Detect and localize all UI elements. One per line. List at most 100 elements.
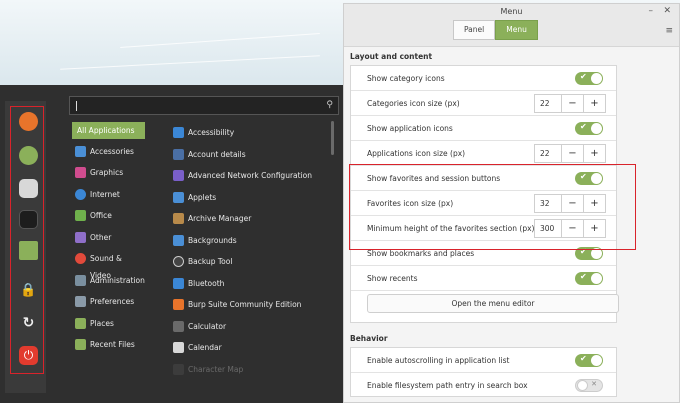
accessories-icon (75, 146, 86, 157)
category-internet[interactable]: Internet (72, 186, 145, 203)
category-accessories[interactable]: Accessories (72, 143, 145, 160)
category-label: Preferences (90, 297, 135, 306)
network-config-icon (173, 170, 184, 181)
show-bookmarks-toggle[interactable]: ✔ (575, 247, 603, 260)
check-icon: ✔ (580, 272, 587, 281)
categories-icon-size-input[interactable]: 22 (535, 95, 561, 112)
close-icon[interactable]: ✕ (663, 6, 671, 16)
decrement-button[interactable]: − (561, 145, 583, 162)
minimize-icon[interactable]: – (649, 6, 654, 16)
application-menu-popup: 🔒 ↻ ⏻ ⚲ All Applications Accessories Gra… (0, 85, 343, 403)
app-calendar[interactable]: Calendar (172, 339, 327, 356)
mint-logo-icon[interactable] (19, 146, 38, 165)
setting-row-show-favorites: Show favorites and session buttons ✔ (351, 166, 616, 191)
app-calculator[interactable]: Calculator (172, 318, 327, 335)
decrement-button[interactable]: − (561, 220, 583, 237)
category-label: All Applications (77, 126, 135, 135)
open-menu-editor-button[interactable]: Open the menu editor (367, 294, 619, 313)
app-account-details[interactable]: Account details (172, 146, 327, 163)
app-burp-suite[interactable]: Burp Suite Community Edition (172, 296, 327, 313)
setting-row-show-application-icons: Show application icons ✔ (351, 116, 616, 141)
setting-label: Show category icons (367, 74, 445, 83)
search-input[interactable]: ⚲ (69, 96, 339, 115)
increment-button[interactable]: + (583, 195, 605, 212)
text-cursor (76, 101, 77, 111)
check-icon: ✔ (580, 172, 587, 181)
category-recent-files[interactable]: Recent Files (72, 336, 145, 353)
category-all-applications[interactable]: All Applications (72, 122, 145, 139)
app-applets[interactable]: Applets (172, 189, 327, 206)
settings-toggles-icon[interactable] (19, 179, 38, 198)
category-administration[interactable]: Administration (72, 272, 145, 289)
min-height-favorites-spinner: 300 − + (534, 219, 606, 238)
firefox-icon[interactable] (19, 112, 38, 131)
increment-button[interactable]: + (583, 220, 605, 237)
category-other[interactable]: Other (72, 229, 145, 246)
app-label: Applets (188, 193, 217, 202)
categories-icon-size-spinner: 22 − + (534, 94, 606, 113)
category-places[interactable]: Places (72, 315, 145, 332)
tab-panel[interactable]: Panel (453, 20, 496, 40)
decrement-button[interactable]: − (561, 95, 583, 112)
window-titlebar: Menu – ✕ Panel Menu ≡ (344, 4, 679, 47)
category-label: Administration (90, 276, 145, 285)
preferences-icon (75, 296, 86, 307)
app-character-map[interactable]: Character Map (172, 361, 327, 378)
app-backgrounds[interactable]: Backgrounds (172, 232, 327, 249)
check-icon: ✔ (580, 122, 587, 131)
app-backup-tool[interactable]: Backup Tool (172, 253, 327, 270)
min-height-favorites-input[interactable]: 300 (535, 220, 561, 237)
setting-label: Categories icon size (px) (367, 99, 460, 108)
hamburger-menu-icon[interactable]: ≡ (665, 26, 673, 36)
app-label: Bluetooth (188, 279, 225, 288)
category-label: Other (90, 233, 112, 242)
app-accessibility[interactable]: Accessibility (172, 124, 327, 141)
other-icon (75, 232, 86, 243)
background-streak (120, 33, 320, 48)
increment-button[interactable]: + (583, 145, 605, 162)
applications-icon-size-input[interactable]: 22 (535, 145, 561, 162)
category-office[interactable]: Office (72, 207, 145, 224)
favorites-icon-size-spinner: 32 − + (534, 194, 606, 213)
show-recents-toggle[interactable]: ✔ (575, 272, 603, 285)
setting-label: Show bookmarks and places (367, 249, 475, 258)
app-archive-manager[interactable]: Archive Manager (172, 210, 327, 227)
autoscroll-toggle[interactable]: ✔ (575, 354, 603, 367)
power-icon[interactable]: ⏻ (19, 346, 38, 365)
setting-label: Applications icon size (px) (367, 149, 466, 158)
category-sound-video[interactable]: Sound & Video (72, 250, 145, 280)
recent-files-icon (75, 339, 86, 350)
increment-button[interactable]: + (583, 95, 605, 112)
decrement-button[interactable]: − (561, 195, 583, 212)
setting-row-categories-icon-size: Categories icon size (px) 22 − + (351, 91, 616, 116)
calculator-icon (173, 321, 184, 332)
app-label: Advanced Network Configuration (188, 171, 312, 180)
logout-icon[interactable]: ↻ (19, 314, 38, 333)
lock-icon[interactable]: 🔒 (19, 281, 38, 300)
category-label: Accessories (90, 147, 134, 156)
setting-row-show-bookmarks: Show bookmarks and places ✔ (351, 241, 616, 266)
check-icon: ✔ (580, 354, 587, 363)
setting-row-favorites-icon-size: Favorites icon size (px) 32 − + (351, 191, 616, 216)
setting-row-min-height-favorites: Minimum height of the favorites section … (351, 216, 616, 241)
category-graphics[interactable]: Graphics (72, 164, 145, 181)
show-favorites-toggle[interactable]: ✔ (575, 172, 603, 185)
app-advanced-network-configuration[interactable]: Advanced Network Configuration (172, 167, 327, 184)
category-preferences[interactable]: Preferences (72, 293, 145, 310)
show-category-icons-toggle[interactable]: ✔ (575, 72, 603, 85)
category-label: Office (90, 211, 112, 220)
setting-label: Show favorites and session buttons (367, 174, 501, 183)
tab-menu[interactable]: Menu (495, 20, 538, 40)
filesystem-path-toggle[interactable]: ✕ (575, 379, 603, 392)
category-label: Graphics (90, 168, 124, 177)
app-list-scrollbar[interactable] (331, 121, 334, 155)
app-label: Burp Suite Community Edition (188, 300, 302, 309)
folder-icon[interactable] (19, 241, 38, 260)
show-application-icons-toggle[interactable]: ✔ (575, 122, 603, 135)
section-title-behavior: Behavior (350, 334, 388, 343)
office-icon (75, 210, 86, 221)
favorites-icon-size-input[interactable]: 32 (535, 195, 561, 212)
app-bluetooth[interactable]: Bluetooth (172, 275, 327, 292)
terminal-icon[interactable] (19, 210, 38, 229)
setting-row-applications-icon-size: Applications icon size (px) 22 − + (351, 141, 616, 166)
